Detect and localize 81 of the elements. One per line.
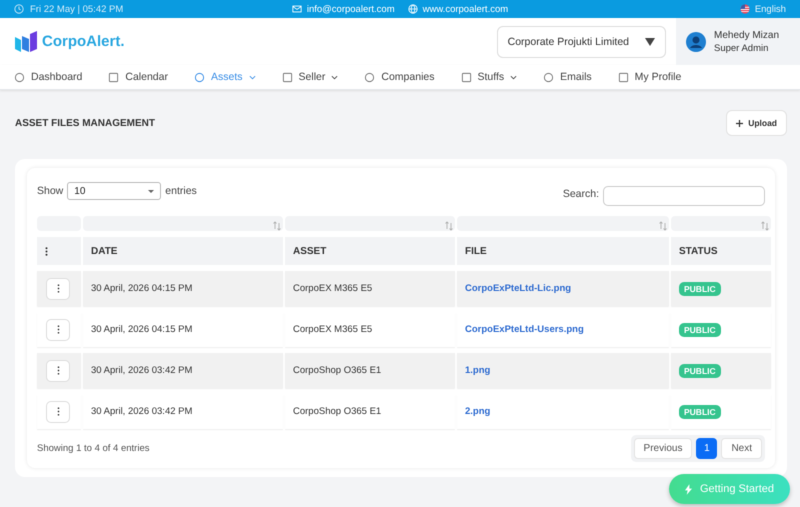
nav-icon xyxy=(108,72,120,82)
nav-item[interactable]: Seller xyxy=(282,71,338,83)
sort-icon xyxy=(761,221,769,231)
nav-icon xyxy=(618,72,629,82)
column-header[interactable]: STATUS xyxy=(671,237,771,265)
file-link[interactable]: 1.png xyxy=(465,365,490,376)
column-header[interactable]: DATE xyxy=(83,237,283,265)
filter-strip[interactable] xyxy=(671,216,771,231)
search-field[interactable] xyxy=(603,186,765,206)
kebab-icon xyxy=(56,366,60,375)
caret-icon xyxy=(645,38,655,46)
asset-cell: CorpoShop O365 E1 xyxy=(293,406,382,417)
filter-strip[interactable] xyxy=(285,216,455,231)
table-info: Showing 1 to 4 of 4 entries xyxy=(37,443,150,454)
date-cell: 30 April, 2026 03:42 PM xyxy=(91,365,192,376)
chevron-icon xyxy=(331,74,338,80)
status-badge: PUBLIC xyxy=(679,322,721,336)
nav-item[interactable]: My Profile xyxy=(618,71,682,83)
nav-icon xyxy=(460,72,472,82)
clock-icon xyxy=(14,4,24,14)
file-link[interactable]: CorpoExPteLtd-Lic.png xyxy=(465,283,572,294)
status-badge: PUBLIC xyxy=(679,282,721,296)
entries-label: entries xyxy=(165,185,197,197)
search-label: Search: xyxy=(562,188,599,200)
logo-text: CorpoAlert. xyxy=(42,33,124,50)
company-select[interactable]: Corporate Projukti Limited xyxy=(496,26,666,58)
column-header[interactable]: ASSET xyxy=(285,237,455,265)
status-badge: PUBLIC xyxy=(679,364,721,378)
nav-icon xyxy=(14,72,25,82)
nav-icon xyxy=(543,72,554,82)
avatar-icon xyxy=(686,32,706,52)
chevron-icon xyxy=(510,74,518,80)
asset-cell: CorpoEX M365 E5 xyxy=(293,324,372,335)
nav-item[interactable]: Dashboard xyxy=(14,71,82,83)
mail-icon xyxy=(292,4,302,14)
date-cell: 30 April, 2026 04:15 PM xyxy=(91,283,192,294)
sort-icon xyxy=(659,221,667,231)
show-label: Show xyxy=(37,185,64,197)
date-cell: 30 April, 2026 03:42 PM xyxy=(91,406,192,417)
row-menu-button[interactable] xyxy=(46,400,70,422)
kebab-icon xyxy=(56,284,60,293)
status-badge: PUBLIC xyxy=(679,404,721,418)
row-menu-button[interactable] xyxy=(46,318,70,340)
nav-item[interactable]: Companies xyxy=(364,71,434,83)
filter-strip[interactable] xyxy=(457,216,669,231)
asset-cell: CorpoShop O365 E1 xyxy=(293,365,382,376)
sort-icon xyxy=(273,221,281,231)
nav-item[interactable]: Emails xyxy=(543,71,592,83)
filter-strip[interactable] xyxy=(83,216,283,231)
globe-icon xyxy=(408,4,418,14)
page-title: ASSET FILES MANAGEMENT xyxy=(15,118,156,128)
row-menu-button[interactable] xyxy=(46,360,70,382)
sort-icon xyxy=(445,221,453,231)
user-name: Mehedy Mizan xyxy=(714,30,780,40)
next-button[interactable]: Next xyxy=(721,438,762,459)
chevron-icon xyxy=(248,74,256,80)
plus-icon xyxy=(736,120,744,126)
date-time: Fri 22 May | 05:42 PM xyxy=(30,4,124,14)
upload-button[interactable]: Upload xyxy=(726,110,787,136)
kebab-icon xyxy=(45,246,48,256)
asset-cell: CorpoEX M365 E5 xyxy=(293,283,372,294)
kebab-icon xyxy=(56,325,60,334)
logo-icon xyxy=(14,30,38,52)
page-button[interactable]: 1 xyxy=(696,438,718,459)
nav-icon xyxy=(282,72,293,82)
bolt-icon xyxy=(685,484,692,494)
nav-icon xyxy=(364,72,376,82)
date-cell: 30 April, 2026 04:15 PM xyxy=(91,324,192,335)
file-link[interactable]: CorpoExPteLtd-Users.png xyxy=(465,324,584,335)
entries-select[interactable]: 10 xyxy=(67,182,162,200)
row-menu-button[interactable] xyxy=(46,278,70,300)
nav-icon xyxy=(194,72,205,82)
user-panel[interactable]: Mehedy Mizan Super Admin xyxy=(676,18,800,65)
column-header[interactable]: FILE xyxy=(457,237,669,265)
nav-item[interactable]: Calendar xyxy=(108,71,168,83)
previous-button[interactable]: Previous xyxy=(634,438,692,459)
file-link[interactable]: 2.png xyxy=(465,406,490,417)
kebab-icon xyxy=(56,407,60,416)
nav-item[interactable]: Stuffs xyxy=(460,71,518,83)
user-role: Super Admin xyxy=(714,42,770,54)
flag-icon xyxy=(740,4,750,14)
